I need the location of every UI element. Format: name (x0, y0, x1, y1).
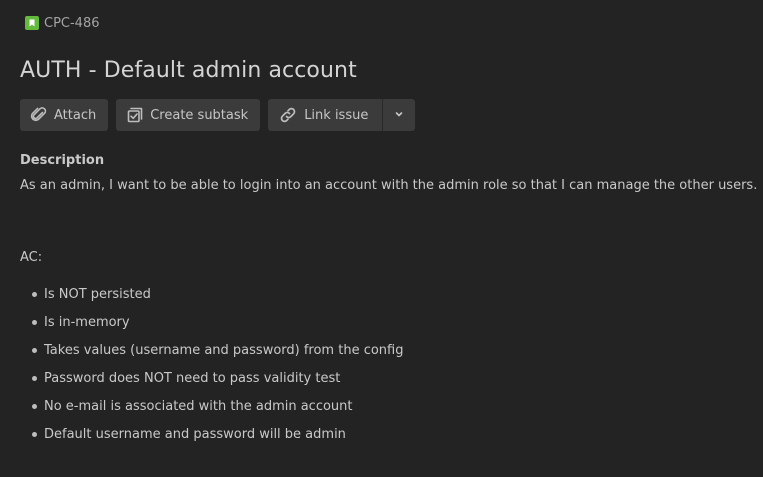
issue-toolbar: Attach Create subtask Link issue (20, 99, 416, 131)
list-item: Is in-memory (20, 308, 403, 336)
list-item: Password does NOT need to pass validity … (20, 364, 403, 392)
bullet-icon (32, 431, 37, 437)
bullet-icon (32, 291, 37, 297)
list-item-text: Is in-memory (44, 314, 130, 330)
link-issue-button-group: Link issue (268, 99, 416, 131)
issue-key-link[interactable]: CPC-486 (44, 16, 100, 31)
list-item: No e-mail is associated with the admin a… (20, 392, 403, 420)
page-title[interactable]: AUTH - Default admin account (20, 58, 357, 83)
bullet-icon (32, 375, 37, 381)
acceptance-criteria-label: AC: (20, 250, 43, 265)
attach-button[interactable]: Attach (20, 99, 109, 131)
link-issue-button[interactable]: Link issue (268, 99, 382, 131)
description-heading: Description (20, 153, 105, 168)
subtask-checkbox-icon (126, 106, 144, 124)
list-item: Takes values (username and password) fro… (20, 336, 403, 364)
issue-view: CPC-486 AUTH - Default admin account Att… (0, 0, 763, 477)
acceptance-criteria-list: Is NOT persisted Is in-memory Takes valu… (20, 280, 403, 448)
story-bookmark-icon (25, 16, 39, 30)
list-item: Default username and password will be ad… (20, 420, 403, 448)
list-item-text: Is NOT persisted (44, 286, 151, 302)
breadcrumb: CPC-486 (25, 13, 100, 33)
more-actions-dropdown[interactable] (383, 99, 415, 131)
link-issue-label: Link issue (304, 107, 369, 123)
bullet-icon (32, 347, 37, 353)
list-item-text: No e-mail is associated with the admin a… (44, 398, 353, 414)
paperclip-icon (30, 106, 48, 124)
chevron-down-icon (394, 108, 404, 123)
list-item: Is NOT persisted (20, 280, 403, 308)
list-item-text: Password does NOT need to pass validity … (44, 370, 341, 386)
list-item-text: Takes values (username and password) fro… (44, 342, 404, 358)
description-text[interactable]: As an admin, I want to be able to login … (20, 178, 757, 193)
create-subtask-button[interactable]: Create subtask (116, 99, 261, 131)
create-subtask-label: Create subtask (150, 107, 249, 123)
bullet-icon (32, 403, 37, 409)
bullet-icon (32, 319, 37, 325)
list-item-text: Default username and password will be ad… (44, 426, 346, 442)
attach-label: Attach (54, 107, 97, 123)
link-icon (278, 106, 298, 124)
